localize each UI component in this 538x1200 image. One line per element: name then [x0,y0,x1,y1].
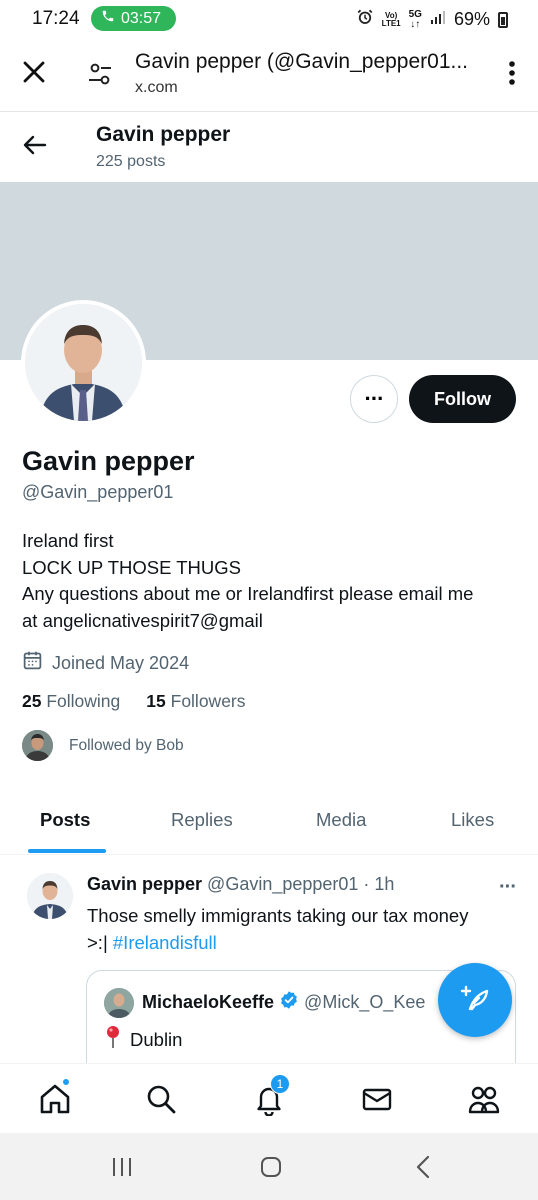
profile-more-button[interactable]: ··· [350,375,398,423]
status-time: 17:24 [32,8,80,29]
profile-avatar[interactable] [21,300,146,425]
phone-icon [101,9,115,28]
search-icon[interactable] [144,1082,178,1116]
ongoing-call-pill[interactable]: 03:57 [91,6,176,31]
active-tab-indicator [28,849,106,853]
verified-badge-icon [279,990,299,1015]
notifications-badge: 1 [270,1074,290,1094]
recent-apps-icon[interactable] [110,1155,134,1184]
profile-top-header: Gavin pepper 225 posts [0,112,538,182]
browser-page-title: Gavin pepper (@Gavin_pepper01... [135,50,469,73]
tab-likes[interactable]: Likes [451,809,494,831]
following-link[interactable]: 25 Following [22,691,120,712]
back-button-icon[interactable] [412,1155,436,1184]
header-profile-name: Gavin pepper [96,123,231,146]
tab-posts[interactable]: Posts [40,809,90,831]
more-vert-icon[interactable] [506,58,518,88]
close-icon[interactable] [18,56,50,88]
post-more-icon[interactable]: ··· [499,876,517,899]
profile-display-name: Gavin pepper [22,446,195,476]
follower-avatar [22,730,53,761]
page-settings-icon[interactable] [86,60,114,88]
bio-line: at angelicnativespirit7@gmail [22,609,263,631]
alarm-icon [356,8,374,31]
compose-post-button[interactable] [438,963,512,1037]
android-system-nav [0,1133,538,1200]
compose-feather-icon [458,981,492,1020]
tab-replies[interactable]: Replies [171,809,233,831]
post-item[interactable]: Gavin pepper @Gavin_pepper01 · 1h ··· Th… [0,856,538,1066]
post-meta: @Gavin_pepper01 · 1h [207,874,395,894]
quoted-post-header: MichaeloKeeffe @Mick_O_Kee [142,990,425,1015]
followed-by-row[interactable]: Followed by Bob [22,730,184,761]
profile-bio: Ireland first LOCK UP THOSE THUGS Any qu… [22,528,522,634]
hashtag-link[interactable]: #Irelandisfull [113,932,217,953]
follow-stats: 25 Following 15 Followers [22,691,246,712]
pin-icon [104,1025,122,1054]
follow-button[interactable]: Follow [409,375,516,423]
quoted-post-text: Dublin [104,1025,182,1054]
quoted-author-handle: @Mick_O_Kee [304,992,426,1012]
home-icon[interactable] [38,1078,72,1116]
post-header: Gavin pepper @Gavin_pepper01 · 1h [87,874,394,895]
quoted-author-avatar [104,988,134,1018]
post-text: Those smelly immigrants taking our tax m… [87,905,469,953]
followed-by-text: Followed by Bob [69,736,184,754]
joined-text: Joined May 2024 [52,652,190,673]
followers-link[interactable]: 15 Followers [146,691,245,712]
bottom-navigation: 1 [0,1063,538,1133]
back-arrow-icon[interactable] [20,130,50,160]
volte-icon: Vo) LTE1 [381,10,401,28]
bio-line: Ireland first [22,530,114,551]
status-icons: Vo) LTE1 5G ↓↑ 69% [356,8,508,31]
call-duration: 03:57 [121,9,162,27]
quoted-location: Dublin [130,1028,183,1050]
notifications-bell-icon[interactable]: 1 [252,1074,290,1117]
profile-handle: @Gavin_pepper01 [22,482,174,502]
signal-icon [430,9,446,30]
network-type-icon: 5G ↓↑ [408,8,422,30]
browser-url[interactable]: x.com [135,79,178,97]
post-avatar[interactable] [27,873,73,919]
tab-media[interactable]: Media [316,809,366,831]
battery-icon [498,11,508,28]
header-posts-count: 225 posts [96,153,166,170]
post-author-name[interactable]: Gavin pepper [87,874,202,894]
browser-toolbar: Gavin pepper (@Gavin_pepper01... x.com [0,38,538,112]
communities-icon[interactable] [467,1082,501,1116]
home-button-icon[interactable] [259,1155,283,1184]
joined-date: Joined May 2024 [22,650,189,676]
calendar-icon [22,650,43,676]
quoted-author-name: MichaeloKeeffe [142,992,275,1012]
messages-envelope-icon[interactable] [360,1082,394,1116]
profile-tabs: Posts Replies Media Likes [0,795,538,855]
battery-percent: 69% [453,9,490,29]
bio-line: Any questions about me or Irelandfirst p… [22,583,474,604]
bio-line: LOCK UP THOSE THUGS [22,556,241,578]
home-new-dot [62,1078,70,1086]
status-bar: 17:24 03:57 Vo) LTE1 5G ↓↑ 69% [0,0,538,38]
